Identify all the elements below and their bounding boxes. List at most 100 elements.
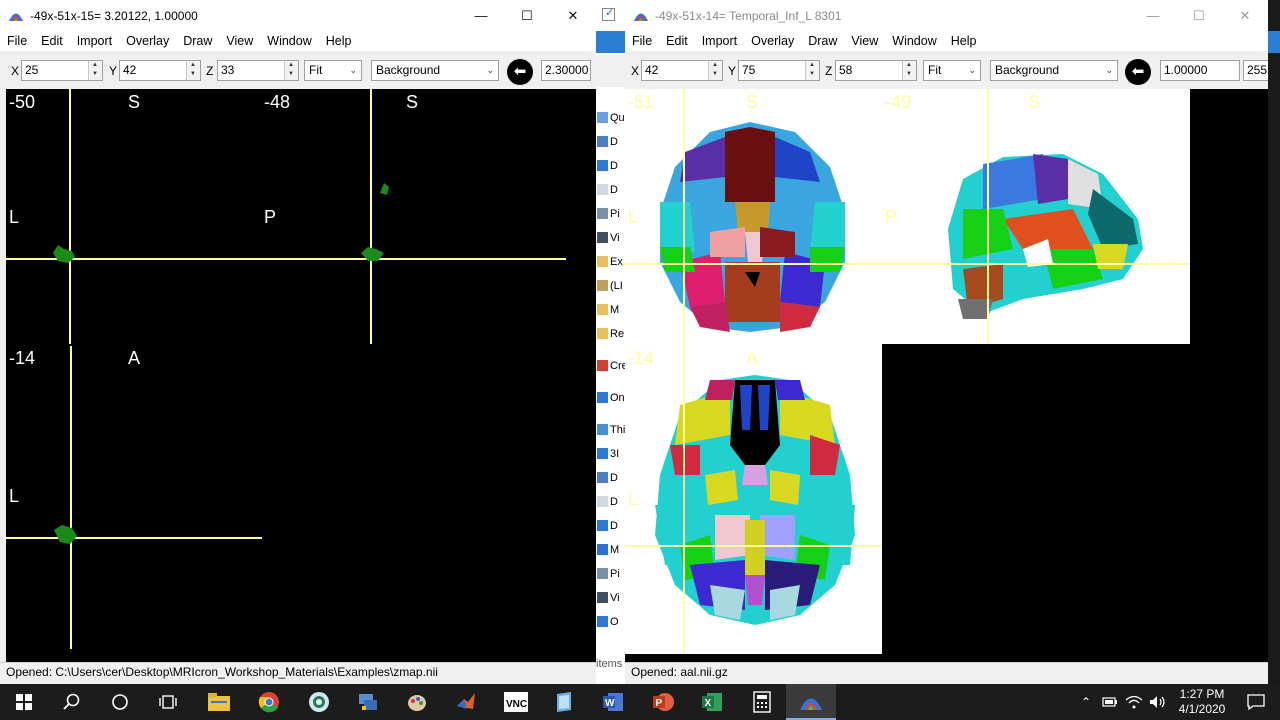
menu-window[interactable]: Window: [892, 34, 936, 48]
explorer-item[interactable]: M: [596, 300, 626, 322]
x-coordinate-input[interactable]: 42: [641, 60, 723, 81]
menu-window[interactable]: Window: [267, 34, 311, 48]
explorer-item[interactable]: O: [596, 612, 626, 634]
powerpoint-icon[interactable]: P: [650, 689, 676, 715]
contrast-input[interactable]: 2.30000: [541, 60, 591, 81]
explorer-item[interactable]: 3I: [596, 444, 626, 466]
file-explorer-icon[interactable]: [206, 689, 232, 715]
explorer-item[interactable]: D: [596, 492, 626, 514]
menu-edit[interactable]: Edit: [666, 34, 688, 48]
explorer-item[interactable]: D: [596, 132, 626, 154]
menu-edit[interactable]: Edit: [41, 34, 63, 48]
clock-time: 1:27 PM: [1179, 687, 1225, 701]
explorer-item[interactable]: D: [596, 156, 626, 178]
explorer-item[interactable]: Qu: [596, 108, 626, 130]
clock[interactable]: 1:27 PM 4/1/2020: [1172, 687, 1232, 717]
right-toolbar: X 42 Y 75 Z 58 Fit ⌄ Background ⌄ ⬅ 1.0000…: [625, 55, 1268, 87]
left-titlebar[interactable]: -49x-51x-15= 3.20122, 1.00000 — ☐ ✕: [0, 0, 596, 31]
z-spinner[interactable]: [902, 61, 916, 80]
contrast-arrow-icon[interactable]: ⬅: [507, 59, 533, 85]
y-spinner[interactable]: [805, 61, 819, 80]
explorer-item[interactable]: Vi: [596, 228, 626, 250]
cortana-icon[interactable]: [107, 689, 133, 715]
explorer-item[interactable]: Pi: [596, 204, 626, 226]
slice-number: -14: [9, 348, 36, 368]
y-spinner[interactable]: [186, 61, 200, 80]
z-coordinate-input[interactable]: 33: [217, 60, 299, 81]
search-icon[interactable]: [59, 689, 85, 715]
minimize-button[interactable]: —: [1130, 0, 1176, 31]
x-spinner[interactable]: [708, 61, 722, 80]
notepad-app-icon[interactable]: [551, 689, 577, 715]
wifi-icon[interactable]: [1121, 689, 1147, 715]
z-label: Z: [206, 64, 214, 78]
excel-icon[interactable]: X: [699, 689, 725, 715]
task-view-icon[interactable]: [155, 689, 181, 715]
x-spinner[interactable]: [88, 61, 102, 80]
battery-icon[interactable]: [1097, 689, 1123, 715]
explorer-item[interactable]: D: [596, 468, 626, 490]
explorer-item[interactable]: Cre: [596, 356, 626, 378]
menu-overlay[interactable]: Overlay: [751, 34, 794, 48]
menu-file[interactable]: File: [7, 34, 27, 48]
slice-number: -51: [628, 92, 655, 112]
explorer-item[interactable]: (LI: [596, 276, 626, 298]
layer-select[interactable]: Background ⌄: [990, 60, 1118, 81]
mricron-taskbar-button[interactable]: [786, 684, 836, 720]
explorer-item[interactable]: Re: [596, 324, 626, 346]
y-coordinate-input[interactable]: 75: [738, 60, 820, 81]
menu-file[interactable]: File: [632, 34, 652, 48]
menu-help[interactable]: Help: [951, 34, 977, 48]
explorer-ribbon-tab[interactable]: [596, 31, 626, 53]
calculator-icon[interactable]: [749, 689, 775, 715]
contrast-arrow-icon[interactable]: ⬅: [1125, 59, 1151, 85]
explorer-item[interactable]: D: [596, 180, 626, 202]
z-spinner[interactable]: [284, 61, 298, 80]
explorer-item[interactable]: M: [596, 540, 626, 562]
matlab-icon[interactable]: [453, 689, 479, 715]
menu-view[interactable]: View: [851, 34, 878, 48]
right-titlebar[interactable]: -49x-51x-14= Temporal_Inf_L 8301 — ☐ ✕: [625, 0, 1268, 31]
network-app-icon[interactable]: [306, 689, 332, 715]
menu-import[interactable]: Import: [702, 34, 737, 48]
paint-app-icon[interactable]: [404, 689, 430, 715]
max-value-input[interactable]: 255: [1243, 60, 1268, 81]
word-icon[interactable]: W: [600, 689, 626, 715]
y-coordinate-input[interactable]: 42: [119, 60, 201, 81]
explorer-item[interactable]: D: [596, 516, 626, 538]
maximize-button[interactable]: ☐: [1176, 0, 1222, 31]
right-mricron-window: -49x-51x-14= Temporal_Inf_L 8301 — ☐ ✕ F…: [625, 0, 1268, 684]
explorer-item[interactable]: Thi: [596, 420, 626, 442]
menu-draw[interactable]: Draw: [808, 34, 837, 48]
close-button[interactable]: ✕: [550, 0, 596, 31]
menu-view[interactable]: View: [226, 34, 253, 48]
close-button[interactable]: ✕: [1222, 0, 1268, 31]
chrome-icon[interactable]: [256, 689, 282, 715]
explorer-item[interactable]: Vi: [596, 588, 626, 610]
remote-app-icon[interactable]: [355, 689, 381, 715]
layer-select[interactable]: Background ⌄: [371, 60, 499, 81]
menu-help[interactable]: Help: [326, 34, 352, 48]
notification-icon[interactable]: [1243, 689, 1269, 715]
chevron-up-icon[interactable]: ⌃: [1073, 689, 1099, 715]
explorer-item[interactable]: On: [596, 388, 626, 410]
contrast-input[interactable]: 1.00000: [1160, 60, 1240, 81]
explorer-item[interactable]: Ex: [596, 252, 626, 274]
x-coordinate-input[interactable]: 25: [21, 60, 103, 81]
vnc-icon[interactable]: VNC: [503, 689, 529, 715]
menu-overlay[interactable]: Overlay: [126, 34, 169, 48]
right-menubar: File Edit Import Overlay Draw View Windo…: [625, 31, 1268, 51]
menu-import[interactable]: Import: [77, 34, 112, 48]
explorer-item[interactable]: Pi: [596, 564, 626, 586]
z-coordinate-input[interactable]: 58: [835, 60, 917, 81]
volume-icon[interactable]: [1145, 689, 1171, 715]
minimize-button[interactable]: —: [458, 0, 504, 31]
left-viewer-panel[interactable]: -50 S L -48 S P -14 A L: [6, 89, 596, 662]
zoom-select[interactable]: Fit ⌄: [923, 60, 981, 81]
zoom-select[interactable]: Fit ⌄: [304, 60, 362, 81]
menu-draw[interactable]: Draw: [183, 34, 212, 48]
maximize-button[interactable]: ☐: [504, 0, 550, 31]
slice-number: -14: [628, 348, 655, 368]
windows-start-icon[interactable]: [11, 689, 37, 715]
right-viewer-panel[interactable]: -51 S L -49 S P -14 A L: [625, 89, 1268, 662]
